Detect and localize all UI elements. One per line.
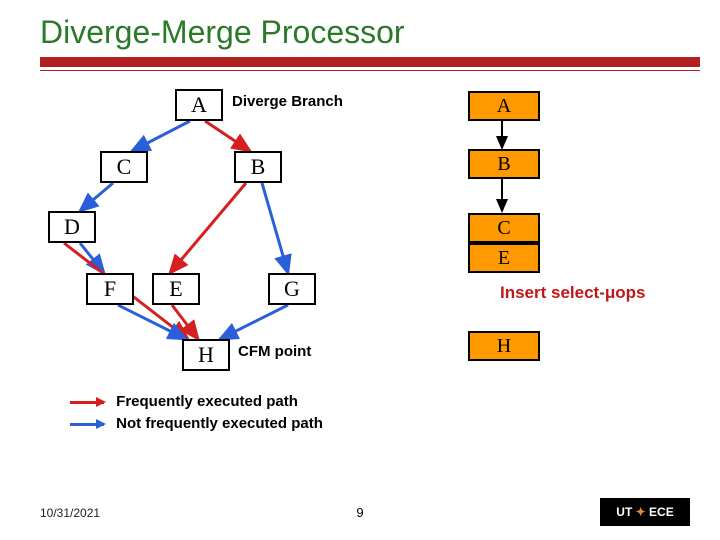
node-a: A <box>175 89 223 121</box>
footer-date: 10/31/2021 <box>40 506 100 520</box>
bar-a: A <box>468 91 540 121</box>
diagram-canvas: A Diverge Branch C B D F E G H CFM point… <box>0 71 720 471</box>
footer-page: 9 <box>356 505 363 520</box>
logo-ut: UT <box>616 505 632 519</box>
node-h: H <box>182 339 230 371</box>
slide-title: Diverge-Merge Processor <box>0 0 720 57</box>
arrow-red-icon <box>70 401 104 404</box>
label-diverge: Diverge Branch <box>232 93 343 110</box>
node-d: D <box>48 211 96 243</box>
title-rule-thick <box>40 57 700 67</box>
bar-e: E <box>468 243 540 273</box>
label-insert: Insert select-μops <box>500 283 646 303</box>
bar-h: H <box>468 331 540 361</box>
legend-freq: Frequently executed path <box>70 393 298 410</box>
label-cfm: CFM point <box>238 343 311 360</box>
arrow-layer <box>0 71 720 471</box>
bar-b: B <box>468 149 540 179</box>
footer-logo: UT ✦ ECE <box>600 498 690 526</box>
node-e: E <box>152 273 200 305</box>
arrow-blue-icon <box>70 423 104 426</box>
node-f: F <box>86 273 134 305</box>
logo-ece: ECE <box>649 505 674 519</box>
legend-notfreq: Not frequently executed path <box>70 415 323 432</box>
node-g: G <box>268 273 316 305</box>
legend-notfreq-text: Not frequently executed path <box>116 415 323 432</box>
node-b: B <box>234 151 282 183</box>
logo-longhorn-icon: ✦ <box>636 505 646 519</box>
legend-freq-text: Frequently executed path <box>116 393 298 410</box>
node-c: C <box>100 151 148 183</box>
bar-c: C <box>468 213 540 243</box>
